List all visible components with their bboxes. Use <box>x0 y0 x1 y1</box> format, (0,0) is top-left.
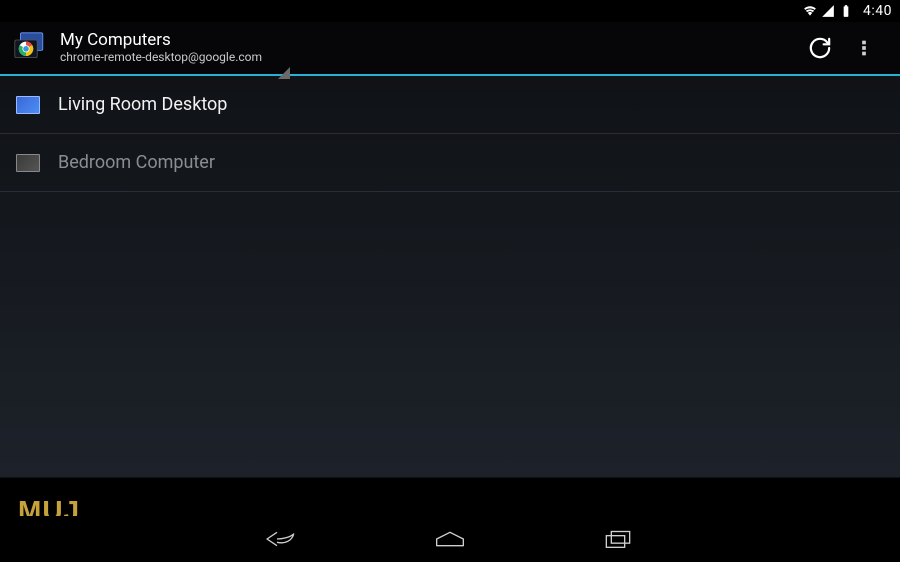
monitor-icon <box>16 154 40 172</box>
status-bar: 4:40 <box>0 0 900 22</box>
computer-name: Bedroom Computer <box>58 152 215 173</box>
computers-list: Living Room Desktop Bedroom Computer <box>0 76 900 192</box>
list-item[interactable]: Living Room Desktop <box>0 76 900 134</box>
cell-signal-icon <box>821 4 835 18</box>
account-spinner[interactable]: My Computers chrome-remote-desktop@googl… <box>60 31 262 64</box>
navigation-bar <box>0 516 900 562</box>
overflow-menu-button[interactable] <box>842 26 886 70</box>
action-bar: My Computers chrome-remote-desktop@googl… <box>0 22 900 76</box>
back-button[interactable] <box>258 523 306 555</box>
home-icon <box>430 527 470 551</box>
overflow-menu-icon <box>853 37 875 59</box>
app-subtitle: chrome-remote-desktop@google.com <box>60 51 262 65</box>
recent-apps-icon <box>598 527 638 551</box>
wifi-icon <box>803 4 817 18</box>
computer-name: Living Room Desktop <box>58 94 227 115</box>
monitor-icon <box>16 96 40 114</box>
battery-icon <box>839 4 853 18</box>
back-icon <box>262 527 302 551</box>
home-button[interactable] <box>426 523 474 555</box>
refresh-button[interactable] <box>798 26 842 70</box>
refresh-icon <box>809 37 831 59</box>
app-icon <box>14 32 46 64</box>
app-title: My Computers <box>60 31 262 51</box>
recent-apps-button[interactable] <box>594 523 642 555</box>
list-item[interactable]: Bedroom Computer <box>0 134 900 192</box>
status-time: 4:40 <box>863 3 892 19</box>
